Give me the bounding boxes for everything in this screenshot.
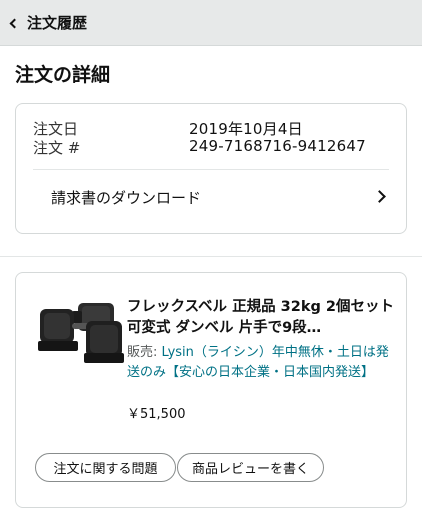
order-date-label: 注文日 — [33, 120, 79, 138]
dumbbell-icon[interactable] — [34, 295, 126, 367]
order-number-value: 249-7168716-9412647 — [189, 137, 366, 155]
seller-info: 販売: Lysin（ライシン）年中無休・土日は発送のみ【安心の日本企業・日本国内… — [127, 343, 399, 383]
order-number-label: 注文 # — [33, 139, 81, 157]
order-date-value: 2019年10月4日 — [189, 120, 303, 138]
page-title: 注文の詳細 — [15, 64, 111, 86]
top-navigation-bar: 注文履歴 — [0, 0, 422, 46]
order-item-card: フレックスベル 正規品 32kg 2個セット 可変式 ダンベル 片手で9段… 販… — [15, 272, 407, 508]
invoice-download-row[interactable]: 請求書のダウンロード — [16, 170, 406, 225]
chevron-left-icon — [9, 18, 20, 28]
item-title[interactable]: フレックスベル 正規品 32kg 2個セット 可変式 ダンベル 片手で9段… — [127, 297, 399, 341]
section-divider — [0, 256, 422, 257]
write-review-button[interactable]: 商品レビューを書く — [177, 453, 324, 482]
chevron-right-icon — [373, 190, 386, 203]
order-summary-card: 注文日 2019年10月4日 注文 # 249-7168716-9412647 … — [15, 103, 407, 234]
seller-prefix: 販売: — [127, 345, 162, 360]
back-label: 注文履歴 — [27, 14, 88, 32]
invoice-download-label: 請求書のダウンロード — [51, 189, 202, 207]
item-price: ￥51,500 — [127, 407, 186, 422]
order-problem-button[interactable]: 注文に関する問題 — [35, 453, 176, 482]
back-to-order-history-link[interactable]: 注文履歴 — [0, 0, 87, 46]
seller-link[interactable]: Lysin（ライシン）年中無休・土日は発送のみ【安心の日本企業・日本国内発送】 — [127, 345, 389, 380]
